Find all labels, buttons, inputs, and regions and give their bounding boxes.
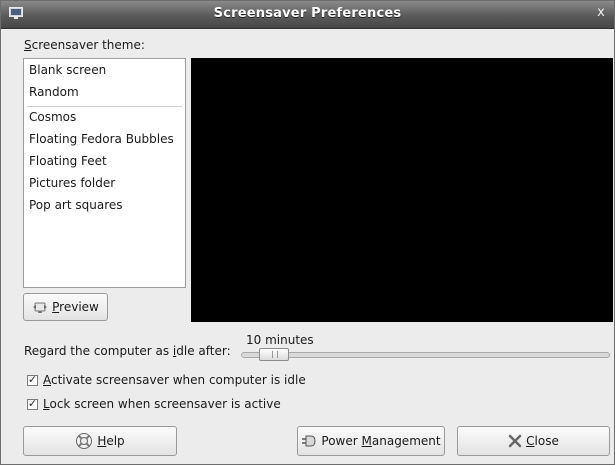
preview-button[interactable]: Preview	[23, 293, 108, 321]
close-button[interactable]: Close	[457, 426, 610, 456]
idle-time-slider[interactable]	[241, 352, 610, 358]
activate-screensaver-option[interactable]: Activate screensaver when computer is id…	[27, 373, 306, 387]
theme-item-random[interactable]: Random	[29, 83, 79, 101]
activate-screensaver-checkbox[interactable]	[27, 374, 38, 386]
power-management-button[interactable]: Power Management	[297, 426, 445, 456]
help-button[interactable]: Help	[23, 426, 177, 456]
lock-screen-checkbox[interactable]	[27, 398, 38, 410]
theme-item-pictures-folder[interactable]: Pictures folder	[29, 174, 115, 192]
idle-time-value: 10 minutes	[246, 333, 314, 347]
window-close-button[interactable]: x	[592, 3, 610, 23]
window-title: Screensaver Preferences	[213, 6, 402, 21]
idle-time-slider-thumb[interactable]	[259, 348, 289, 361]
screensaver-preferences-window: Screensaver Preferences x Screensaver th…	[0, 0, 615, 465]
theme-item-blank-screen[interactable]: Blank screen	[29, 61, 106, 79]
theme-item-floating-feet[interactable]: Floating Feet	[29, 152, 107, 170]
lock-screen-option[interactable]: Lock screen when screensaver is active	[27, 397, 281, 411]
idle-time-label: Regard the computer as idle after:	[24, 344, 231, 358]
screensaver-preview-area	[191, 58, 613, 322]
close-x-icon	[508, 434, 522, 448]
theme-item-floating-fedora-bubbles[interactable]: Floating Fedora Bubbles	[29, 130, 174, 148]
list-separator	[27, 106, 182, 107]
theme-item-cosmos[interactable]: Cosmos	[29, 108, 76, 126]
power-plug-icon	[302, 435, 316, 447]
preview-icon	[33, 302, 48, 313]
screensaver-theme-label: Screensaver theme:	[24, 38, 145, 52]
help-lifebuoy-icon	[76, 433, 93, 449]
theme-item-pop-art-squares[interactable]: Pop art squares	[29, 196, 123, 214]
theme-list[interactable]: Blank screen Random Cosmos Floating Fedo…	[23, 58, 186, 288]
title-bar[interactable]: Screensaver Preferences x	[1, 1, 614, 29]
